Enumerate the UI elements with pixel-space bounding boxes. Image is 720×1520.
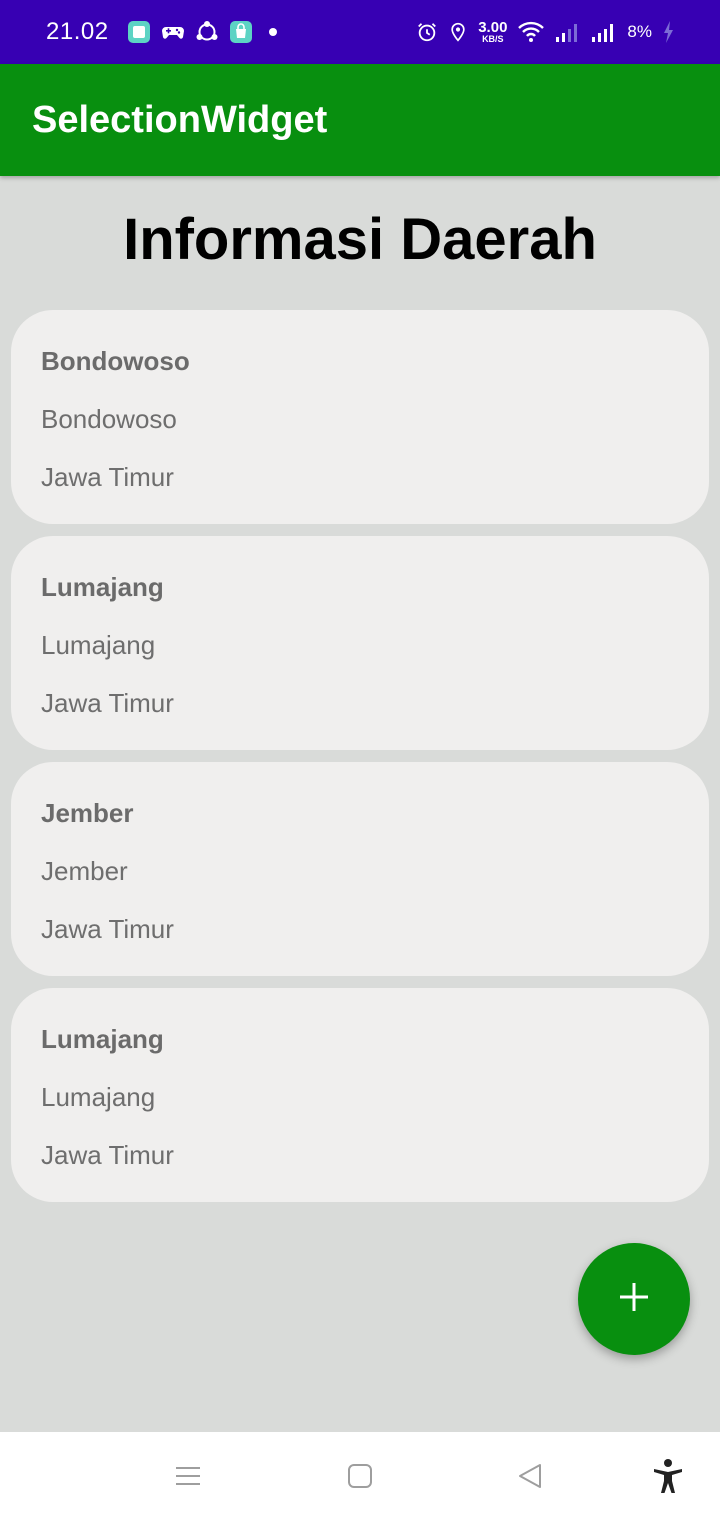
network-speed: 3.00 KB/S xyxy=(478,19,508,44)
signal-icon xyxy=(591,21,617,43)
card-city: Bondowoso xyxy=(41,404,177,434)
signal-icon xyxy=(555,21,581,43)
location-icon xyxy=(448,21,468,43)
card-title: Bondowoso xyxy=(41,346,190,376)
more-notifications-dot xyxy=(268,28,277,36)
notification-icons xyxy=(127,20,277,44)
status-time: 21.02 xyxy=(46,18,109,45)
card-province: Jawa Timur xyxy=(41,914,174,944)
app-bar: SelectionWidget xyxy=(0,64,720,176)
card-city: Lumajang xyxy=(41,630,156,660)
app-icon xyxy=(127,20,151,44)
region-card[interactable]: Lumajang Lumajang Jawa Timur xyxy=(11,536,709,750)
card-title: Jember xyxy=(41,798,134,828)
gamepad-icon xyxy=(161,20,185,44)
charging-icon xyxy=(662,20,674,44)
card-city: Lumajang xyxy=(41,1082,156,1112)
card-province: Jawa Timur xyxy=(41,462,174,492)
app-title: SelectionWidget xyxy=(32,99,328,141)
back-icon[interactable] xyxy=(514,1460,546,1492)
card-province: Jawa Timur xyxy=(41,1140,174,1170)
card-title: Lumajang xyxy=(41,1024,164,1054)
add-region-button[interactable] xyxy=(578,1243,690,1355)
battery-percent: 8% xyxy=(627,22,652,41)
status-bar: 21.02 3.00 KB/S 8% xyxy=(0,0,720,64)
page-heading: Informasi Daerah xyxy=(123,207,597,272)
accessibility-icon[interactable] xyxy=(652,1459,684,1493)
region-card[interactable]: Lumajang Lumajang Jawa Timur xyxy=(11,988,709,1202)
card-province: Jawa Timur xyxy=(41,688,174,718)
card-title: Lumajang xyxy=(41,572,164,602)
plus-icon xyxy=(617,1280,651,1319)
card-city: Jember xyxy=(41,856,128,886)
region-card[interactable]: Jember Jember Jawa Timur xyxy=(11,762,709,976)
region-list: Bondowoso Bondowoso Jawa Timur Lumajang … xyxy=(11,310,709,1214)
status-icons: 3.00 KB/S 8% xyxy=(416,0,674,64)
home-icon[interactable] xyxy=(344,1460,376,1492)
alarm-icon xyxy=(416,21,438,43)
menu-icon[interactable] xyxy=(172,1460,204,1492)
navigation-bar xyxy=(0,1432,720,1520)
store-icon xyxy=(229,20,253,44)
wifi-icon xyxy=(517,21,545,43)
region-card[interactable]: Bondowoso Bondowoso Jawa Timur xyxy=(11,310,709,524)
share-icon xyxy=(195,20,219,44)
